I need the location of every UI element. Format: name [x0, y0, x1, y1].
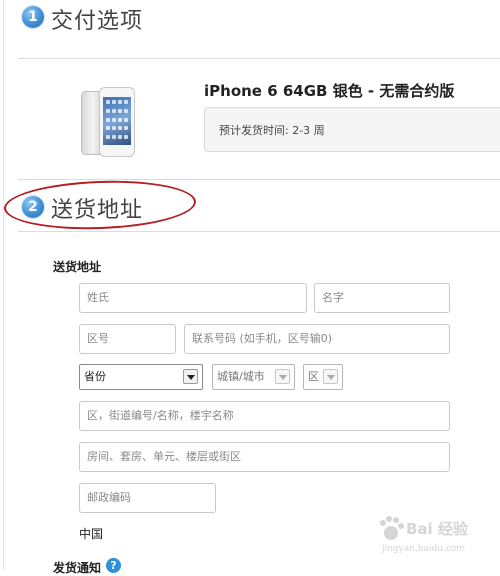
country-label: 中国	[79, 527, 104, 541]
ship-estimate-box: 预计发货时间: 2-3 周	[204, 107, 500, 152]
unit-address-field[interactable]: 房间、套房、单元、楼层或街区	[79, 442, 450, 472]
chevron-down-icon	[275, 369, 290, 384]
iphone-product-image	[79, 85, 135, 157]
postal-code-field[interactable]: 邮政编码	[79, 483, 216, 513]
chevron-down-icon	[183, 369, 198, 384]
baidu-watermark: Bai 经验 jingyan.baidu.com	[376, 512, 496, 562]
city-select-value: 城镇/城市	[217, 370, 265, 383]
step-1-badge: 1	[22, 6, 44, 28]
help-glyph: ?	[110, 559, 117, 572]
phone-number-field[interactable]: 联系号码 (如手机，区号输0)	[184, 324, 450, 354]
province-select-value: 省份	[84, 370, 106, 383]
section-divider	[18, 58, 500, 59]
product-name: iPhone 6 64GB 银色 - 无需合约版	[204, 82, 455, 100]
street-address-field[interactable]: 区，街道编号/名称，楼宇名称	[79, 401, 450, 431]
last-name-field[interactable]: 姓氏	[79, 283, 307, 313]
delivery-options-title: 交付选项	[51, 9, 144, 34]
section-divider	[18, 231, 500, 232]
first-name-field[interactable]: 名字	[314, 283, 450, 313]
left-border	[3, 0, 4, 570]
city-select[interactable]: 城镇/城市	[212, 364, 295, 390]
watermark-text: Bai 经验	[406, 520, 468, 538]
step-1-number: 1	[28, 9, 38, 25]
area-code-field[interactable]: 区号	[79, 324, 176, 354]
chevron-down-icon	[323, 369, 338, 384]
shipping-notification-label: 发货通知	[53, 561, 102, 575]
province-select[interactable]: 省份	[79, 364, 203, 390]
shipping-address-label: 送货地址	[53, 260, 102, 274]
section-divider	[18, 179, 500, 180]
paw-icon	[380, 516, 404, 540]
ship-estimate-text: 预计发货时间: 2-3 周	[219, 124, 325, 137]
district-select[interactable]: 区	[303, 364, 343, 390]
help-icon[interactable]: ?	[106, 558, 121, 573]
district-select-value: 区	[308, 370, 319, 383]
red-annotation-circle	[3, 177, 197, 233]
watermark-url: jingyan.baidu.com	[382, 544, 466, 554]
